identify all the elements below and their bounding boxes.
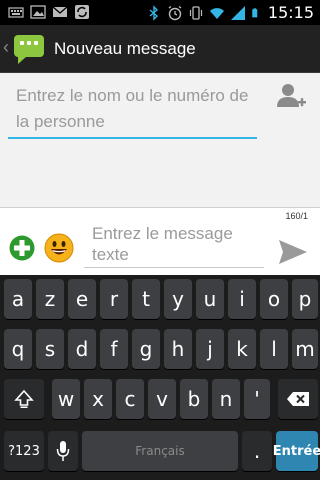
back-chevron-icon[interactable]: ‹ bbox=[3, 37, 9, 58]
send-icon[interactable] bbox=[278, 238, 308, 266]
page-title: Nouveau message bbox=[54, 39, 196, 58]
key-t[interactable]: t bbox=[132, 279, 160, 319]
key-n[interactable]: n bbox=[212, 379, 240, 419]
character-counter: 160/1 bbox=[285, 211, 308, 221]
key-w[interactable]: w bbox=[52, 379, 80, 419]
key-y[interactable]: y bbox=[164, 279, 192, 319]
shift-key[interactable] bbox=[4, 379, 44, 419]
key-q[interactable]: q bbox=[4, 329, 32, 369]
key-g[interactable]: g bbox=[132, 329, 160, 369]
soft-keyboard: a z e r t y u i o p q s d f g h j k l m … bbox=[0, 275, 320, 480]
status-bar: 15:15 bbox=[0, 0, 320, 25]
key-c[interactable]: c bbox=[116, 379, 144, 419]
key-l[interactable]: l bbox=[260, 329, 288, 369]
key-o[interactable]: o bbox=[260, 279, 288, 319]
symbols-key[interactable]: ?123 bbox=[4, 431, 44, 471]
clock: 15:15 bbox=[267, 3, 314, 22]
messaging-app-icon[interactable] bbox=[12, 33, 46, 65]
recipient-area: Entrez le nom ou le numéro de la personn… bbox=[0, 73, 320, 207]
key-u[interactable]: u bbox=[196, 279, 224, 319]
signal-icon bbox=[230, 5, 245, 20]
space-key[interactable]: Français bbox=[82, 431, 238, 471]
key-k[interactable]: k bbox=[228, 329, 256, 369]
mail-notification-icon bbox=[52, 6, 68, 17]
image-notification-icon bbox=[30, 5, 46, 19]
key-a[interactable]: a bbox=[4, 279, 32, 319]
voice-input-key[interactable] bbox=[48, 431, 78, 471]
enter-key[interactable]: Entrée bbox=[272, 431, 320, 471]
enter-key-label: Entrée bbox=[272, 443, 320, 459]
recipient-input[interactable]: Entrez le nom ou le numéro de la personn… bbox=[8, 81, 257, 139]
key-e[interactable]: e bbox=[68, 279, 96, 319]
keyboard-notification-icon bbox=[8, 7, 24, 18]
backspace-icon bbox=[287, 392, 309, 406]
key-apostrophe[interactable]: ' bbox=[244, 379, 270, 419]
battery-icon bbox=[252, 7, 258, 17]
alarm-icon bbox=[168, 5, 182, 20]
key-s[interactable]: s bbox=[36, 329, 64, 369]
key-i[interactable]: i bbox=[228, 279, 256, 319]
microphone-icon bbox=[56, 441, 70, 461]
sync-notification-icon bbox=[75, 5, 89, 19]
period-key[interactable]: . bbox=[242, 431, 272, 471]
add-attachment-icon[interactable] bbox=[9, 235, 35, 261]
shift-icon bbox=[14, 389, 34, 408]
emoji-icon[interactable] bbox=[44, 233, 74, 263]
key-m[interactable]: m bbox=[292, 329, 318, 369]
key-d[interactable]: d bbox=[68, 329, 96, 369]
key-r[interactable]: r bbox=[100, 279, 128, 319]
key-p[interactable]: p bbox=[292, 279, 318, 319]
key-b[interactable]: b bbox=[180, 379, 208, 419]
key-h[interactable]: h bbox=[164, 329, 192, 369]
key-z[interactable]: z bbox=[36, 279, 64, 319]
delete-key[interactable] bbox=[278, 379, 318, 419]
compose-bar: 160/1 Entrez le message texte bbox=[0, 207, 320, 275]
bluetooth-icon bbox=[149, 4, 158, 21]
wifi-icon bbox=[209, 7, 224, 19]
vibrate-icon bbox=[189, 5, 202, 20]
action-bar: ‹ Nouveau message bbox=[0, 25, 320, 73]
add-contact-icon[interactable] bbox=[276, 81, 306, 113]
message-input[interactable]: Entrez le message texte bbox=[84, 222, 264, 268]
key-j[interactable]: j bbox=[196, 329, 224, 369]
key-x[interactable]: x bbox=[84, 379, 112, 419]
key-v[interactable]: v bbox=[148, 379, 176, 419]
key-f[interactable]: f bbox=[100, 329, 128, 369]
